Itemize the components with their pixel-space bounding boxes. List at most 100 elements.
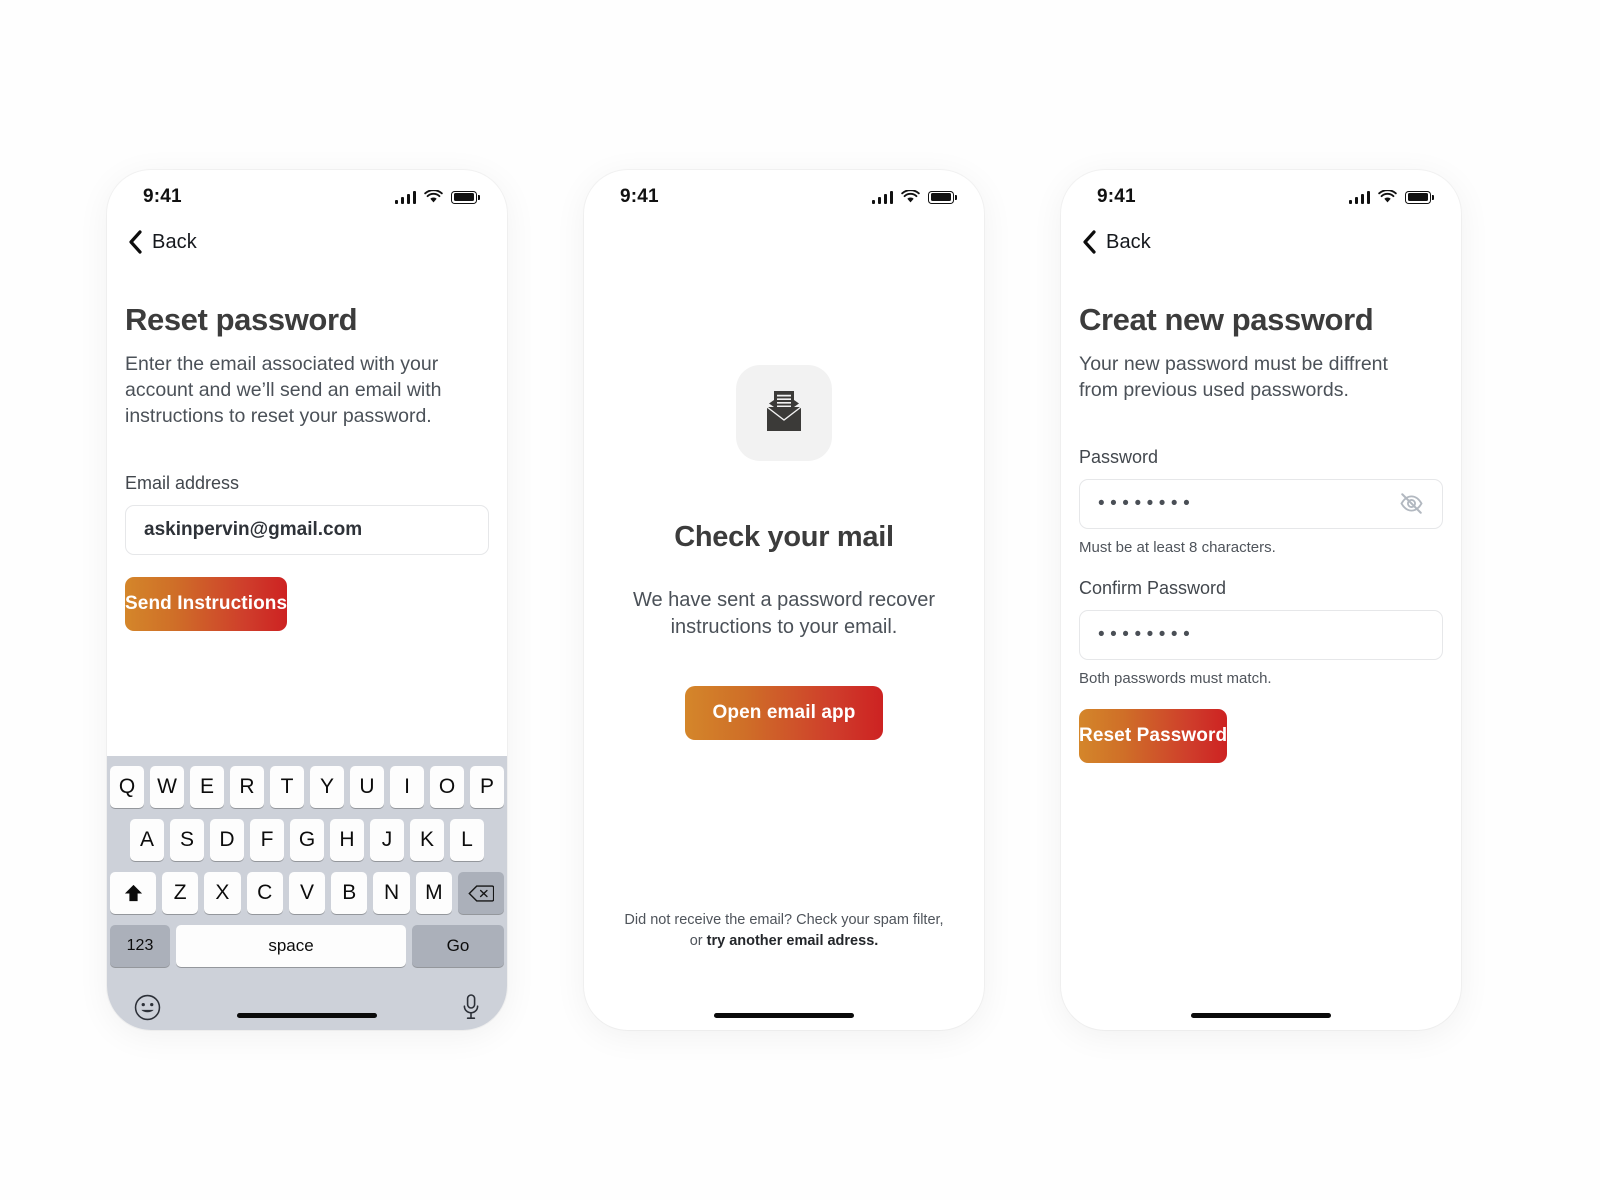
space-key[interactable]: space — [176, 925, 406, 967]
status-icons — [1348, 190, 1434, 204]
send-instructions-button[interactable]: Send Instructions — [125, 576, 288, 631]
status-bar: 9:41 — [584, 170, 984, 218]
keyboard-bottom-bar — [110, 978, 504, 1030]
screens-stage: 9:41 Back Reset password Enter the email… — [0, 0, 1600, 1200]
key-d[interactable]: D — [210, 819, 244, 861]
key-c[interactable]: C — [246, 872, 283, 914]
password-value: •••••••• — [1098, 492, 1196, 514]
footer-help-text: Did not receive the email? Check your sp… — [584, 910, 984, 952]
password-label: Password — [1079, 446, 1159, 467]
password-input[interactable]: •••••••• — [1079, 478, 1443, 529]
confirm-password-label: Confirm Password — [1079, 577, 1227, 598]
key-r[interactable]: R — [230, 766, 264, 808]
backspace-icon — [468, 884, 494, 902]
virtual-keyboard: Q W E R T Y U I O P A S D F G H J K L Z … — [107, 756, 507, 1030]
password-hint: Must be at least 8 characters. — [1079, 538, 1276, 556]
wifi-icon — [424, 190, 443, 203]
key-p[interactable]: P — [470, 766, 504, 808]
key-i[interactable]: I — [390, 766, 424, 808]
page-title: Creat new password — [1079, 302, 1374, 337]
key-y[interactable]: Y — [310, 766, 344, 808]
page-title: Reset password — [125, 302, 358, 337]
cellular-signal-icon — [871, 190, 893, 204]
status-bar: 9:41 — [107, 170, 507, 218]
open-email-app-button[interactable]: Open email app — [685, 686, 883, 741]
key-s[interactable]: S — [170, 819, 204, 861]
key-a[interactable]: A — [130, 819, 164, 861]
page-title: Check your mail — [674, 521, 894, 553]
key-z[interactable]: Z — [162, 872, 199, 914]
key-n[interactable]: N — [373, 872, 410, 914]
email-input[interactable]: askinpervin@gmail.com — [125, 504, 489, 555]
keyboard-row-4: 123 space Go — [110, 925, 504, 967]
key-t[interactable]: T — [270, 766, 304, 808]
key-v[interactable]: V — [288, 872, 326, 914]
back-label: Back — [152, 230, 197, 253]
key-x[interactable]: X — [204, 872, 241, 914]
wifi-icon — [901, 190, 920, 203]
footer-line-1: Did not receive the email? Check your sp… — [624, 911, 944, 928]
cellular-signal-icon — [394, 190, 416, 204]
try-another-email-link[interactable]: try another email adress. — [707, 933, 879, 949]
key-j[interactable]: J — [370, 819, 404, 861]
toggle-password-visibility-button[interactable] — [1399, 491, 1424, 516]
key-o[interactable]: O — [430, 766, 464, 808]
home-indicator — [237, 1013, 377, 1018]
battery-icon — [928, 190, 957, 204]
back-button[interactable]: Back — [1061, 218, 1461, 254]
battery-icon — [451, 190, 480, 204]
home-indicator — [1191, 1013, 1331, 1018]
key-w[interactable]: W — [150, 766, 184, 808]
page-subtitle: We have sent a password recover instruct… — [632, 589, 935, 638]
key-h[interactable]: H — [330, 819, 364, 861]
key-l[interactable]: L — [450, 819, 484, 861]
page-subtitle: Enter the email associated with your acc… — [125, 353, 442, 427]
key-g[interactable]: G — [290, 819, 324, 861]
status-icons — [871, 190, 957, 204]
phone-screen-reset-password: 9:41 Back Reset password Enter the email… — [107, 170, 507, 1030]
status-time: 9:41 — [620, 186, 659, 207]
wifi-icon — [1378, 190, 1397, 203]
keyboard-row-3: Z X C V B N M — [110, 872, 504, 914]
eye-off-icon — [1400, 493, 1423, 515]
key-e[interactable]: E — [190, 766, 224, 808]
backspace-key[interactable] — [457, 872, 504, 914]
keyboard-row-1: Q W E R T Y U I O P — [110, 766, 504, 808]
chevron-left-icon — [1083, 230, 1096, 254]
open-envelope-icon — [766, 391, 802, 431]
battery-icon — [1405, 190, 1434, 204]
keyboard-row-2: A S D F G H J K L — [110, 819, 504, 861]
key-q[interactable]: Q — [110, 766, 144, 808]
status-time: 9:41 — [1097, 186, 1136, 207]
status-bar: 9:41 — [1061, 170, 1461, 218]
chevron-left-icon — [129, 230, 142, 254]
key-f[interactable]: F — [250, 819, 284, 861]
back-label: Back — [1106, 230, 1151, 253]
home-indicator — [714, 1013, 854, 1018]
numeric-key[interactable]: 123 — [110, 925, 170, 967]
mail-icon-tile — [736, 365, 832, 461]
page-subtitle: Your new password must be diffrent from … — [1079, 353, 1388, 401]
emoji-icon[interactable] — [134, 994, 161, 1021]
key-k[interactable]: K — [410, 819, 444, 861]
microphone-icon[interactable] — [462, 993, 480, 1021]
shift-icon — [124, 884, 142, 901]
back-button[interactable]: Back — [107, 218, 507, 254]
status-icons — [394, 190, 480, 204]
email-value: askinpervin@gmail.com — [144, 518, 363, 540]
cellular-signal-icon — [1348, 190, 1370, 204]
phone-screen-check-mail: 9:41 Check your mail We have sent a pass… — [584, 170, 984, 1030]
key-u[interactable]: U — [350, 766, 384, 808]
footer-line-2: or try another email adress. — [584, 931, 984, 952]
confirm-password-value: •••••••• — [1098, 623, 1196, 645]
footer-prefix: or — [689, 932, 707, 949]
phone-screen-create-password: 9:41 Back Creat new password Your new pa… — [1061, 170, 1461, 1030]
key-b[interactable]: B — [331, 872, 368, 914]
status-time: 9:41 — [143, 186, 182, 207]
go-key[interactable]: Go — [412, 925, 504, 967]
email-label: Email address — [125, 472, 240, 493]
shift-key[interactable] — [110, 872, 157, 914]
reset-password-button[interactable]: Reset Password — [1079, 708, 1228, 763]
confirm-password-input[interactable]: •••••••• — [1079, 609, 1443, 660]
key-m[interactable]: M — [415, 872, 452, 914]
